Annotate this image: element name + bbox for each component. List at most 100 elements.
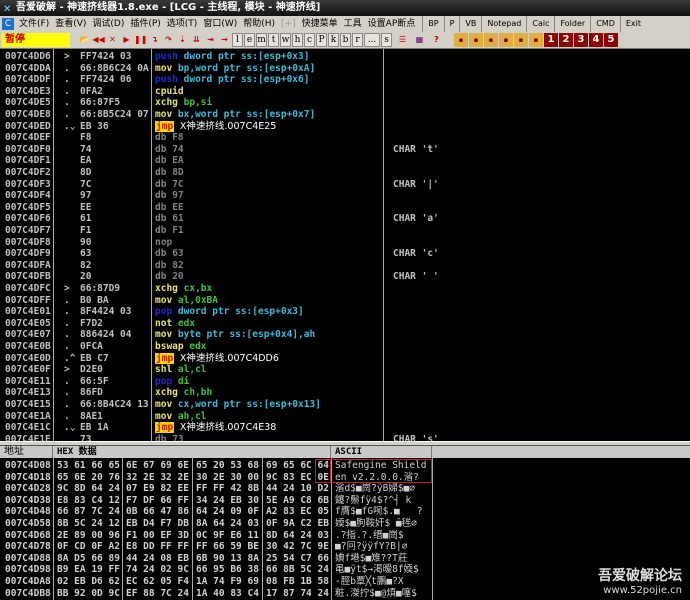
disasm-row[interactable]: 007C4DFA 82 db 82 — [0, 260, 690, 272]
execute-till-return-icon[interactable]: ⇥ — [204, 33, 217, 47]
tool-button-notepad[interactable]: Notepad — [481, 16, 526, 32]
trace-over-icon[interactable]: ⇊ — [190, 33, 203, 47]
disasm-row[interactable]: 007C4DE3. 0FA2 cpuid — [0, 86, 690, 98]
goto-icon[interactable]: → — [218, 33, 231, 47]
disasm-row[interactable]: 007C4E11. 66:5F pop di — [0, 376, 690, 388]
menu-item[interactable]: 工具 — [341, 16, 365, 32]
disasm-row[interactable]: 007C4DDF. FF7424 06 push dword ptr ss:[esp… — [0, 74, 690, 86]
header-hex[interactable]: HEX 数据 — [53, 446, 331, 458]
window-button-8[interactable]: k — [328, 33, 339, 47]
rewind-icon[interactable]: ◀◀ — [92, 33, 105, 47]
tool-button-vb[interactable]: VB — [459, 16, 481, 32]
window-button-0[interactable]: l — [232, 33, 243, 47]
dump-row[interactable]: 007C4D58 8B 5C 24 12 EB D4 F7 DB 8A 64 24 0… — [0, 518, 690, 530]
menu-item[interactable]: 选项(T) — [164, 16, 201, 32]
dump-row[interactable]: 007C4D88 8A D5 66 89 44 24 08 EB 6B 90 13 8… — [0, 553, 690, 565]
ascii-icon[interactable]: ▪ — [484, 33, 498, 47]
menu-item[interactable]: 调试(D) — [89, 16, 127, 32]
menu-item[interactable]: 快捷菜单 — [299, 16, 341, 32]
disassembly-pane[interactable]: 007C4DD6 > FF7424 03 push dword ptr ss:[esp… — [0, 48, 690, 441]
menu-item[interactable]: 设置AP断点 — [365, 16, 419, 32]
step-over-icon[interactable]: ↷ — [162, 33, 175, 47]
app-menu-icon[interactable]: C — [2, 18, 14, 30]
menu-item[interactable]: 帮助(H) — [240, 16, 278, 32]
menu-item[interactable]: 插件(P) — [127, 16, 163, 32]
disasm-row[interactable]: 007C4DEF F8 db F8 — [0, 132, 690, 144]
disasm-row[interactable]: 007C4E1C .⌄ EB 1A jmp X神速挤线.007C4E38 — [0, 422, 690, 434]
menu-item[interactable]: [+] — [278, 16, 299, 32]
tool-button-calc[interactable]: Calc — [526, 16, 554, 32]
dump-row[interactable]: 007C4DA8 02 EB D6 62 EC 62 05 F4 1A 74 F9 6… — [0, 576, 690, 588]
number-button-4[interactable]: 4 — [589, 33, 603, 47]
header-address[interactable]: 地址 — [0, 446, 53, 458]
disasm-row[interactable]: 007C4E0F > D2E0 shl al,cl — [0, 364, 690, 376]
number-button-5[interactable]: 5 — [604, 33, 618, 47]
dump-row[interactable]: 007C4D98 B9 EA 19 FF 74 24 02 9C 66 95 B6 3… — [0, 564, 690, 576]
dump-row[interactable]: 007C4D28 9C 8D 64 24 07 E9 82 EE FF FF 42 8… — [0, 483, 690, 495]
dump-row[interactable]: 007C4DB8 BB 92 0D 9C EF 88 7C 24 1A 40 83 C… — [0, 588, 690, 600]
menu-item[interactable]: 查看(V) — [52, 16, 89, 32]
disasm-row[interactable]: 007C4DF8 90 nop — [0, 237, 690, 249]
tool-button-p[interactable]: P — [443, 16, 460, 32]
disasm-row[interactable]: 007C4DF4 97 db 97 — [0, 190, 690, 202]
dump-row[interactable]: 007C4D38 E8 83 C4 12 F7 DF 66 FF 34 24 EB 3… — [0, 495, 690, 507]
trace-into-icon[interactable]: ⇣ — [176, 33, 189, 47]
tool-button-folder[interactable]: Folder — [554, 16, 590, 32]
tool-button-exit[interactable]: Exit — [619, 16, 646, 32]
menu-item[interactable]: 窗口(W) — [200, 16, 240, 32]
number-button-2[interactable]: 2 — [559, 33, 573, 47]
run-icon[interactable]: ▶ — [120, 33, 133, 47]
plugin-a-icon[interactable]: ▪ — [454, 33, 468, 47]
header-ascii[interactable]: ASCII — [331, 446, 432, 458]
disasm-row[interactable]: 007C4E01. 8F4424 03 pop dword ptr ss:[esp+… — [0, 306, 690, 318]
disasm-row[interactable]: 007C4E07. 886424 04 mov byte ptr ss:[esp+0… — [0, 329, 690, 341]
window-button-1[interactable]: e — [244, 33, 255, 47]
disasm-row[interactable]: 007C4E0D .^ EB C7 jmp X神速挤线.007C4DD6 — [0, 352, 690, 365]
disasm-row[interactable]: 007C4DF5 EE db EE — [0, 202, 690, 214]
window-button-9[interactable]: b — [340, 33, 351, 47]
window-button-7[interactable]: P — [316, 33, 327, 47]
pause-icon[interactable]: ❚❚ — [134, 33, 147, 47]
window-button-4[interactable]: w — [280, 33, 291, 47]
dump-row[interactable]: 007C4D78 0F CD 0F A2 E8 DD FF FF FF 66 59 B… — [0, 541, 690, 553]
disasm-row[interactable]: 007C4E05. F7D2 not edx — [0, 318, 690, 330]
disasm-row[interactable]: 007C4DF1 EA db EA — [0, 155, 690, 167]
disasm-row[interactable]: 007C4DD6 > FF7424 03 push dword ptr ss:[esp… — [0, 51, 690, 63]
tool-button-cmd[interactable]: CMD — [590, 16, 620, 32]
disasm-row[interactable]: 007C4DF0 74 db 74 CHAR 't' — [0, 144, 690, 156]
disasm-row[interactable]: 007C4DFB 20 db 20 CHAR ' ' — [0, 271, 690, 283]
disasm-row[interactable]: 007C4DDA. 66:8B6C24 0A mov bp,word ptr ss:… — [0, 63, 690, 75]
disasm-row[interactable]: 007C4DF6 61 db 61 CHAR 'a' — [0, 213, 690, 225]
disasm-row[interactable]: 007C4DF9 63 db 63 CHAR 'c' — [0, 248, 690, 260]
disasm-row[interactable]: 007C4E0B. 0FCA bswap edx — [0, 341, 690, 353]
disasm-row[interactable]: 007C4DF3 7C db 7C CHAR '|' — [0, 179, 690, 191]
grid-icon[interactable]: ▦ — [413, 33, 426, 47]
window-button-11[interactable]: ... — [364, 33, 380, 47]
help-icon[interactable]: ? — [430, 33, 443, 47]
disasm-row[interactable]: 007C4DF2 8D db 8D — [0, 167, 690, 179]
disasm-row[interactable]: 007C4E1E 73 db 73 CHAR 's' — [0, 434, 690, 441]
number-button-3[interactable]: 3 — [574, 33, 588, 47]
disasm-row[interactable]: 007C4DE8. 66:8B5C24 07 mov bx,word ptr ss:… — [0, 109, 690, 121]
window-button-6[interactable]: c — [304, 33, 315, 47]
window-button-12[interactable]: s — [381, 33, 392, 47]
window-button-10[interactable]: r — [352, 33, 363, 47]
disasm-row[interactable]: 007C4E1A. 8AE1 mov ah,cl — [0, 411, 690, 423]
window-button-3[interactable]: t — [268, 33, 279, 47]
number-button-1[interactable]: 1 — [544, 33, 558, 47]
target-icon[interactable]: ▪ — [514, 33, 528, 47]
disasm-row[interactable]: 007C4E15. 66:8B4C24 13 mov cx,word ptr ss:… — [0, 399, 690, 411]
dump-row[interactable]: 007C4D68 2E 89 00 96 F1 00 EF 3D 0C 9F E6 1… — [0, 530, 690, 542]
disasm-row[interactable]: 007C4DF7 F1 db F1 — [0, 225, 690, 237]
close-icon[interactable]: ✕ — [106, 33, 119, 47]
tool-button-bp[interactable]: BP — [422, 16, 443, 32]
window-button-5[interactable]: h — [292, 33, 303, 47]
hbp-icon[interactable]: ▪ — [499, 33, 513, 47]
disasm-row[interactable]: 007C4DE5. 66:87F5 xchg bp,si — [0, 97, 690, 109]
window-button-2[interactable]: m — [256, 33, 267, 47]
menu-item[interactable]: 文件(F) — [16, 16, 52, 32]
disasm-row[interactable]: 007C4DED .⌄ EB 36 jmp X神速挤线.007C4E25 — [0, 120, 690, 133]
list-icon[interactable]: ☰ — [396, 33, 409, 47]
step-into-icon[interactable]: ↴ — [148, 33, 161, 47]
disasm-row[interactable]: 007C4E13. 86FD xchg ch,bh — [0, 387, 690, 399]
